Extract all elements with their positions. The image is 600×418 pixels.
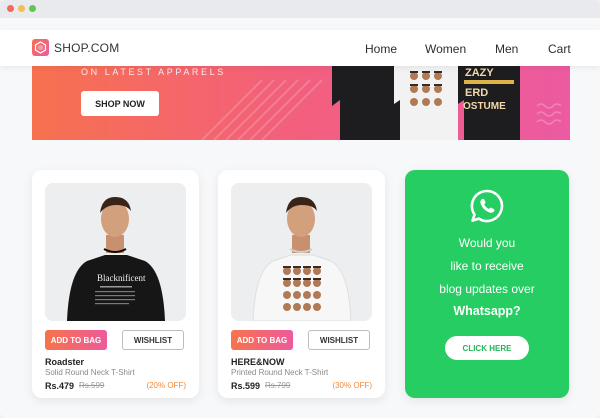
nav-cart-link[interactable]: Cart <box>548 42 571 56</box>
whatsapp-text-heading: Whatsapp? <box>453 304 521 318</box>
product-description: Solid Round Neck T-Shirt <box>45 368 135 377</box>
product-card-herenow[interactable]: ADD TO BAG WISHLIST HERE&NOW Printed Rou… <box>218 170 385 398</box>
wishlist-button[interactable]: WISHLIST <box>308 330 370 350</box>
shirt-text-ostume: OSTUME <box>463 101 506 112</box>
banner-tshirts-image: ZAZY ERD OSTUME <box>332 66 520 140</box>
product-discount: (20% OFF) <box>146 381 186 390</box>
product-price: Rs.599 <box>231 381 261 391</box>
click-here-button[interactable]: CLICK HERE <box>445 336 529 360</box>
product-description: Printed Round Neck T-Shirt <box>231 368 329 377</box>
browser-window: SHOP.COM Home Women Men Cart ON LATEST A… <box>0 0 600 418</box>
add-to-bag-button[interactable]: ADD TO BAG <box>231 330 293 350</box>
product-price: Rs.479 <box>45 381 75 391</box>
product-image[interactable]: Blacknificent <box>45 183 186 321</box>
model-white-tshirt-image <box>231 183 372 321</box>
window-titlebar <box>0 0 600 18</box>
shirt-text-erd: ERD <box>465 87 488 99</box>
whatsapp-subscribe-card: Would you like to receive blog updates o… <box>405 170 569 398</box>
minimize-window-button[interactable] <box>18 5 25 12</box>
whatsapp-text-line: like to receive <box>450 259 524 273</box>
brand-name[interactable]: SHOP.COM <box>54 41 119 55</box>
product-old-price: Rs.799 <box>265 381 291 390</box>
product-discount: (30% OFF) <box>332 381 372 390</box>
product-card-roadster[interactable]: Blacknificent ADD TO BAG WISHLIST Roadst… <box>32 170 199 398</box>
maximize-window-button[interactable] <box>29 5 36 12</box>
product-name[interactable]: HERE&NOW <box>231 357 285 367</box>
add-to-bag-button[interactable]: ADD TO BAG <box>45 330 107 350</box>
promo-banner: ON LATEST APPARELS SHOP NOW ZAZY ERD OST… <box>32 66 570 140</box>
model-black-tshirt-image: Blacknificent <box>45 183 186 321</box>
close-window-button[interactable] <box>7 5 14 12</box>
banner-subtitle: ON LATEST APPARELS <box>81 67 226 77</box>
shirt-text-zazy: ZAZY <box>465 67 494 79</box>
product-old-price: Rs.599 <box>79 381 105 390</box>
whatsapp-text-line: Would you <box>458 236 516 250</box>
shop-now-button[interactable]: SHOP NOW <box>81 91 159 116</box>
nav-women-link[interactable]: Women <box>425 42 466 56</box>
wishlist-button[interactable]: WISHLIST <box>122 330 184 350</box>
nav-home-link[interactable]: Home <box>365 42 397 56</box>
whatsapp-text-line: blog updates over <box>439 282 535 296</box>
shop-logo-icon[interactable] <box>32 39 49 56</box>
product-image[interactable] <box>231 183 372 321</box>
shirt-print-text: Blacknificent <box>97 273 146 283</box>
product-name[interactable]: Roadster <box>45 357 84 367</box>
nav-men-link[interactable]: Men <box>495 42 518 56</box>
site-header: SHOP.COM Home Women Men Cart <box>0 30 600 66</box>
whatsapp-icon <box>470 189 504 223</box>
